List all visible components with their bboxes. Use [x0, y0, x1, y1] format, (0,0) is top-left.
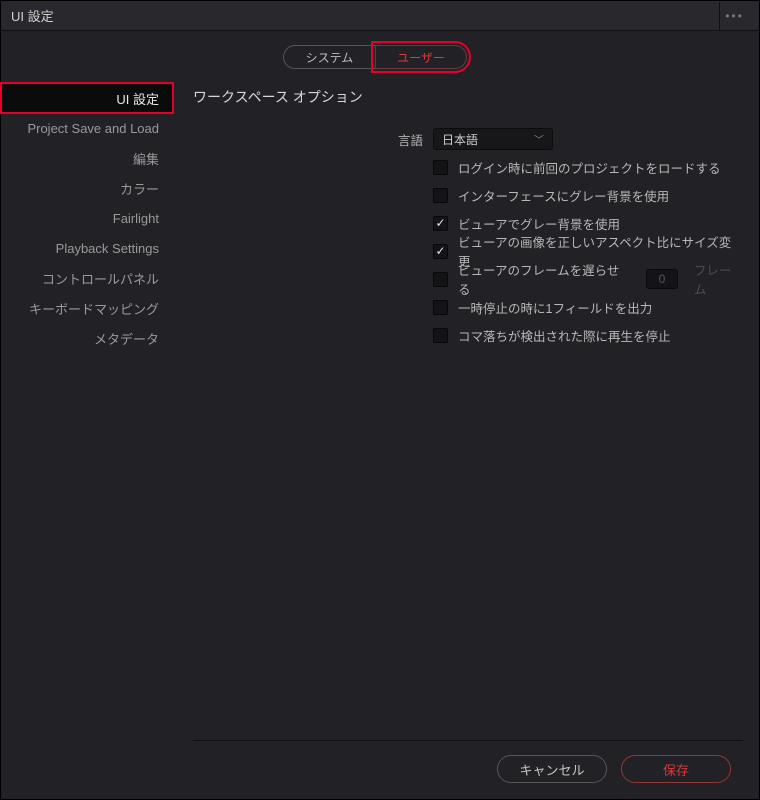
sidebar: UI 設定 Project Save and Load 編集 カラー Fairl… — [1, 83, 173, 787]
sidebar-item-label: Fairlight — [113, 211, 159, 226]
sidebar-item-label: Project Save and Load — [27, 121, 159, 136]
sidebar-item-fairlight[interactable]: Fairlight — [1, 203, 173, 233]
titlebar: UI 設定 ••• — [1, 1, 759, 31]
language-label: 言語 — [193, 130, 423, 149]
content-panel: ワークスペース オプション 言語 日本語 ﹀ ログイン時に前回のプロジェクトをロ… — [173, 83, 749, 787]
sidebar-item-metadata[interactable]: メタデータ — [1, 323, 173, 353]
check-delay-frames: ビューアのフレームを遅らせる 0 フレーム — [193, 265, 743, 293]
tab-user-label: ユーザー — [397, 49, 445, 66]
delay-frames-input[interactable]: 0 — [646, 269, 678, 289]
language-value: 日本語 — [442, 131, 478, 148]
sidebar-item-label: メタデータ — [94, 329, 159, 348]
top-tabs: システム ユーザー — [1, 45, 749, 69]
checkbox-gray-interface[interactable] — [433, 188, 448, 203]
check-output-one-field: 一時停止の時に1フィールドを出力 — [193, 293, 743, 321]
checkbox-load-last-project[interactable] — [433, 160, 448, 175]
tab-system[interactable]: システム — [283, 45, 375, 69]
check-label: ビューアでグレー背景を使用 — [458, 214, 620, 233]
sidebar-item-label: Playback Settings — [56, 241, 159, 256]
save-button-label: 保存 — [663, 760, 689, 779]
section-title: ワークスペース オプション — [193, 87, 743, 107]
check-gray-interface: インターフェースにグレー背景を使用 — [193, 181, 743, 209]
sidebar-item-label: UI 設定 — [116, 89, 159, 108]
tab-system-label: システム — [306, 49, 354, 66]
sidebar-item-label: コントロールパネル — [42, 269, 159, 288]
check-label: ログイン時に前回のプロジェクトをロードする — [458, 158, 721, 177]
sidebar-item-playback-settings[interactable]: Playback Settings — [1, 233, 173, 263]
checkbox-correct-aspect[interactable] — [433, 244, 448, 259]
cancel-button[interactable]: キャンセル — [497, 755, 607, 783]
settings-window: UI 設定 ••• システム ユーザー UI 設定 Project Save a… — [0, 0, 760, 800]
check-label: コマ落ちが検出された際に再生を停止 — [458, 326, 671, 345]
tab-user[interactable]: ユーザー — [375, 45, 467, 69]
sidebar-item-control-panel[interactable]: コントロールパネル — [1, 263, 173, 293]
checkbox-stop-on-drop[interactable] — [433, 328, 448, 343]
check-label: 一時停止の時に1フィールドを出力 — [458, 298, 652, 317]
dialog-body: システム ユーザー UI 設定 Project Save and Load 編集… — [1, 31, 759, 799]
language-row: 言語 日本語 ﹀ — [193, 125, 743, 153]
language-dropdown[interactable]: 日本語 ﹀ — [433, 128, 553, 150]
sidebar-item-edit[interactable]: 編集 — [1, 143, 173, 173]
sidebar-item-label: キーボードマッピング — [29, 299, 159, 318]
checkbox-gray-viewer[interactable] — [433, 216, 448, 231]
checkbox-output-one-field[interactable] — [433, 300, 448, 315]
footer: キャンセル 保存 — [193, 755, 743, 783]
sidebar-item-color[interactable]: カラー — [1, 173, 173, 203]
window-title: UI 設定 — [11, 6, 54, 25]
check-stop-on-drop: コマ落ちが検出された際に再生を停止 — [193, 321, 743, 349]
check-load-last-project: ログイン時に前回のプロジェクトをロードする — [193, 153, 743, 181]
check-label: インターフェースにグレー背景を使用 — [458, 186, 669, 205]
sidebar-item-project-save-load[interactable]: Project Save and Load — [1, 113, 173, 143]
checkbox-delay-frames[interactable] — [433, 272, 448, 287]
check-label: ビューアのフレームを遅らせる — [458, 260, 630, 298]
overflow-menu-icon[interactable]: ••• — [719, 2, 749, 30]
chevron-down-icon: ﹀ — [534, 132, 544, 147]
sidebar-item-label: 編集 — [133, 149, 159, 168]
delay-frames-unit: フレーム — [694, 260, 743, 298]
cancel-button-label: キャンセル — [519, 760, 584, 779]
sidebar-item-keyboard-mapping[interactable]: キーボードマッピング — [1, 293, 173, 323]
save-button[interactable]: 保存 — [621, 755, 731, 783]
sidebar-item-label: カラー — [120, 179, 159, 198]
sidebar-item-ui-settings[interactable]: UI 設定 — [1, 83, 173, 113]
